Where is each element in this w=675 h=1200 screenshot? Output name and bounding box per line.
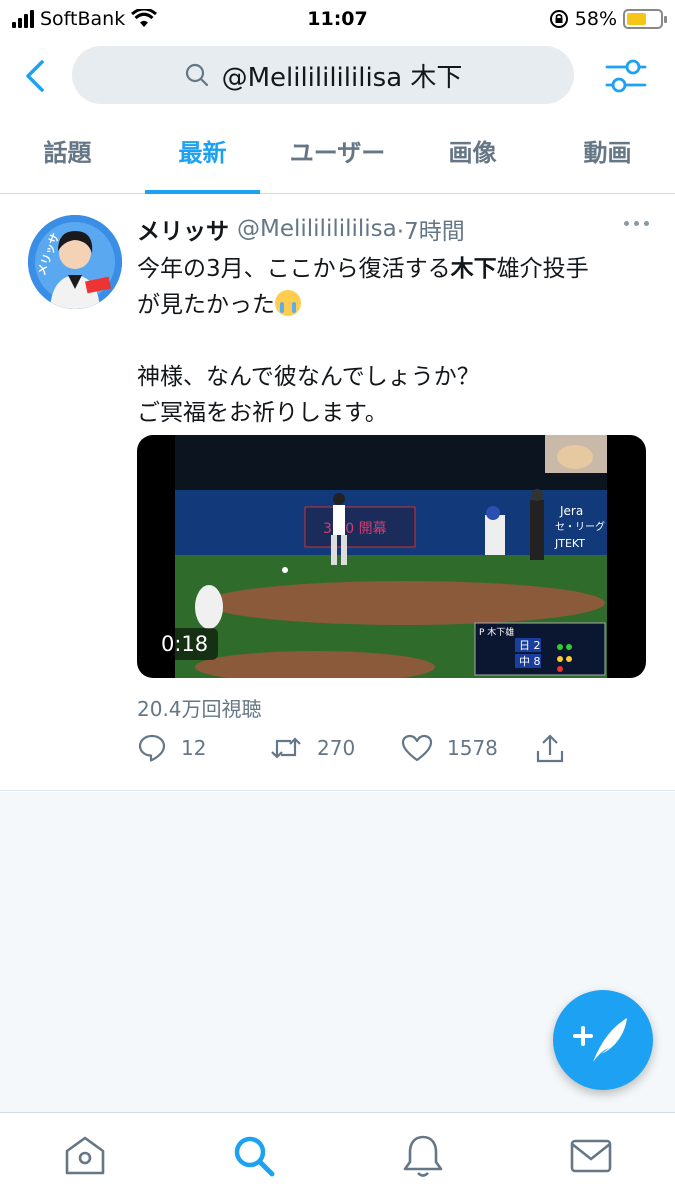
tab-videos[interactable]: 動画 <box>540 112 675 193</box>
tweet-line-4: ご冥福をお祈りします。 <box>137 400 388 426</box>
video-thumbnail: 3.30 開幕 Jera セ・リーグ JTEKT 日 2 中 8 P 木下雄 <box>175 435 607 678</box>
svg-text:日 2: 日 2 <box>519 639 541 652</box>
view-count: 20.4万回視聴 <box>137 697 262 721</box>
like-icon <box>401 734 433 762</box>
avatar[interactable]: メリッサ <box>28 215 122 309</box>
time-ago: ·7時間 <box>396 219 465 245</box>
tab-photos[interactable]: 画像 <box>405 112 540 193</box>
search-input[interactable]: @Melilililililisa 木下 <box>72 46 574 104</box>
status-right: 58% <box>549 8 667 30</box>
like-count: 1578 <box>447 736 498 760</box>
svg-text:JTEKT: JTEKT <box>554 537 585 550</box>
like-button[interactable]: 1578 <box>401 733 498 763</box>
tab-latest[interactable]: 最新 <box>135 112 270 194</box>
tweet-line-3: 神様、なんで彼なんでしょうか？ <box>137 364 480 390</box>
reply-icon <box>138 734 166 762</box>
filter-sliders-icon[interactable] <box>603 54 649 98</box>
bottom-navigation <box>0 1112 675 1200</box>
tweet-line-2: が見たかった <box>137 287 649 323</box>
compose-icon <box>573 1018 627 1062</box>
search-query: @Melilililililisa 木下 <box>221 62 463 93</box>
tweet-actions: 12 270 1578 <box>137 733 577 769</box>
messages-envelope-icon[interactable] <box>566 1131 616 1181</box>
tweet-text-highlight: 木下 <box>450 256 497 282</box>
chevron-left-icon[interactable] <box>18 54 54 98</box>
notifications-bell-icon[interactable] <box>398 1131 448 1181</box>
retweet-count: 270 <box>317 736 356 760</box>
compose-button[interactable] <box>553 990 653 1090</box>
battery-fill <box>627 13 646 25</box>
video-duration: 0:18 <box>151 628 219 660</box>
svg-text:Jera: Jera <box>559 504 583 518</box>
retweet-button[interactable]: 270 <box>269 733 355 763</box>
display-name[interactable]: メリッサ <box>137 212 229 246</box>
share-button[interactable] <box>535 733 565 765</box>
svg-text:3.30 開幕: 3.30 開幕 <box>323 521 387 537</box>
svg-text:セ・リーグ: セ・リーグ <box>555 520 605 533</box>
tweet-body: メリッサ @Melilililililisa ·7時間 今年の3月、ここから復活… <box>137 211 649 431</box>
battery-percent: 58% <box>574 8 617 30</box>
retweet-icon <box>271 737 301 759</box>
rotation-lock-icon <box>549 10 568 28</box>
svg-text:中 8: 中 8 <box>519 655 541 668</box>
reply-button[interactable]: 12 <box>137 733 206 763</box>
tweet-text: 今年の3月、ここから復活する木下雄介投手 が見たかった 神様、なんで彼なんでしょ… <box>137 251 649 431</box>
svg-text:P 木下雄: P 木下雄 <box>479 626 514 638</box>
search-icon <box>185 63 208 87</box>
search-header: @Melilililililisa 木下 <box>0 40 675 112</box>
battery-icon <box>623 9 667 29</box>
crying-face-emoji-icon <box>275 290 301 316</box>
tweet-line-1: 今年の3月、ここから復活する木下雄介投手 <box>137 251 649 287</box>
tweet[interactable]: メリッサ メリッサ @Melilililililisa ·7時間 今年の3月、こ… <box>0 195 675 791</box>
home-icon[interactable] <box>60 1131 110 1181</box>
status-bar: SoftBank 11:07 58% <box>0 0 675 40</box>
video-player[interactable]: 3.30 開幕 Jera セ・リーグ JTEKT 日 2 中 8 P 木下雄 0… <box>137 435 646 678</box>
tweet-text-segment: 雄介投手 <box>496 256 589 282</box>
tweet-text-segment: 今年の3月、ここから復活する <box>137 256 451 282</box>
explore-search-icon[interactable] <box>229 1131 279 1181</box>
tweet-text-segment: が見たかった <box>137 292 275 318</box>
avatar-illustration: メリッサ <box>28 215 122 309</box>
tweet-meta: メリッサ @Melilililililisa ·7時間 <box>137 211 649 247</box>
tab-top[interactable]: 話題 <box>0 112 135 193</box>
handle[interactable]: @Melilililililisa <box>237 216 397 242</box>
share-icon <box>536 734 564 763</box>
search-tabs: 話題 最新 ユーザー 画像 動画 <box>0 112 675 194</box>
reply-count: 12 <box>181 736 207 760</box>
tab-people[interactable]: ユーザー <box>270 112 405 193</box>
more-dots-icon[interactable] <box>624 221 649 226</box>
